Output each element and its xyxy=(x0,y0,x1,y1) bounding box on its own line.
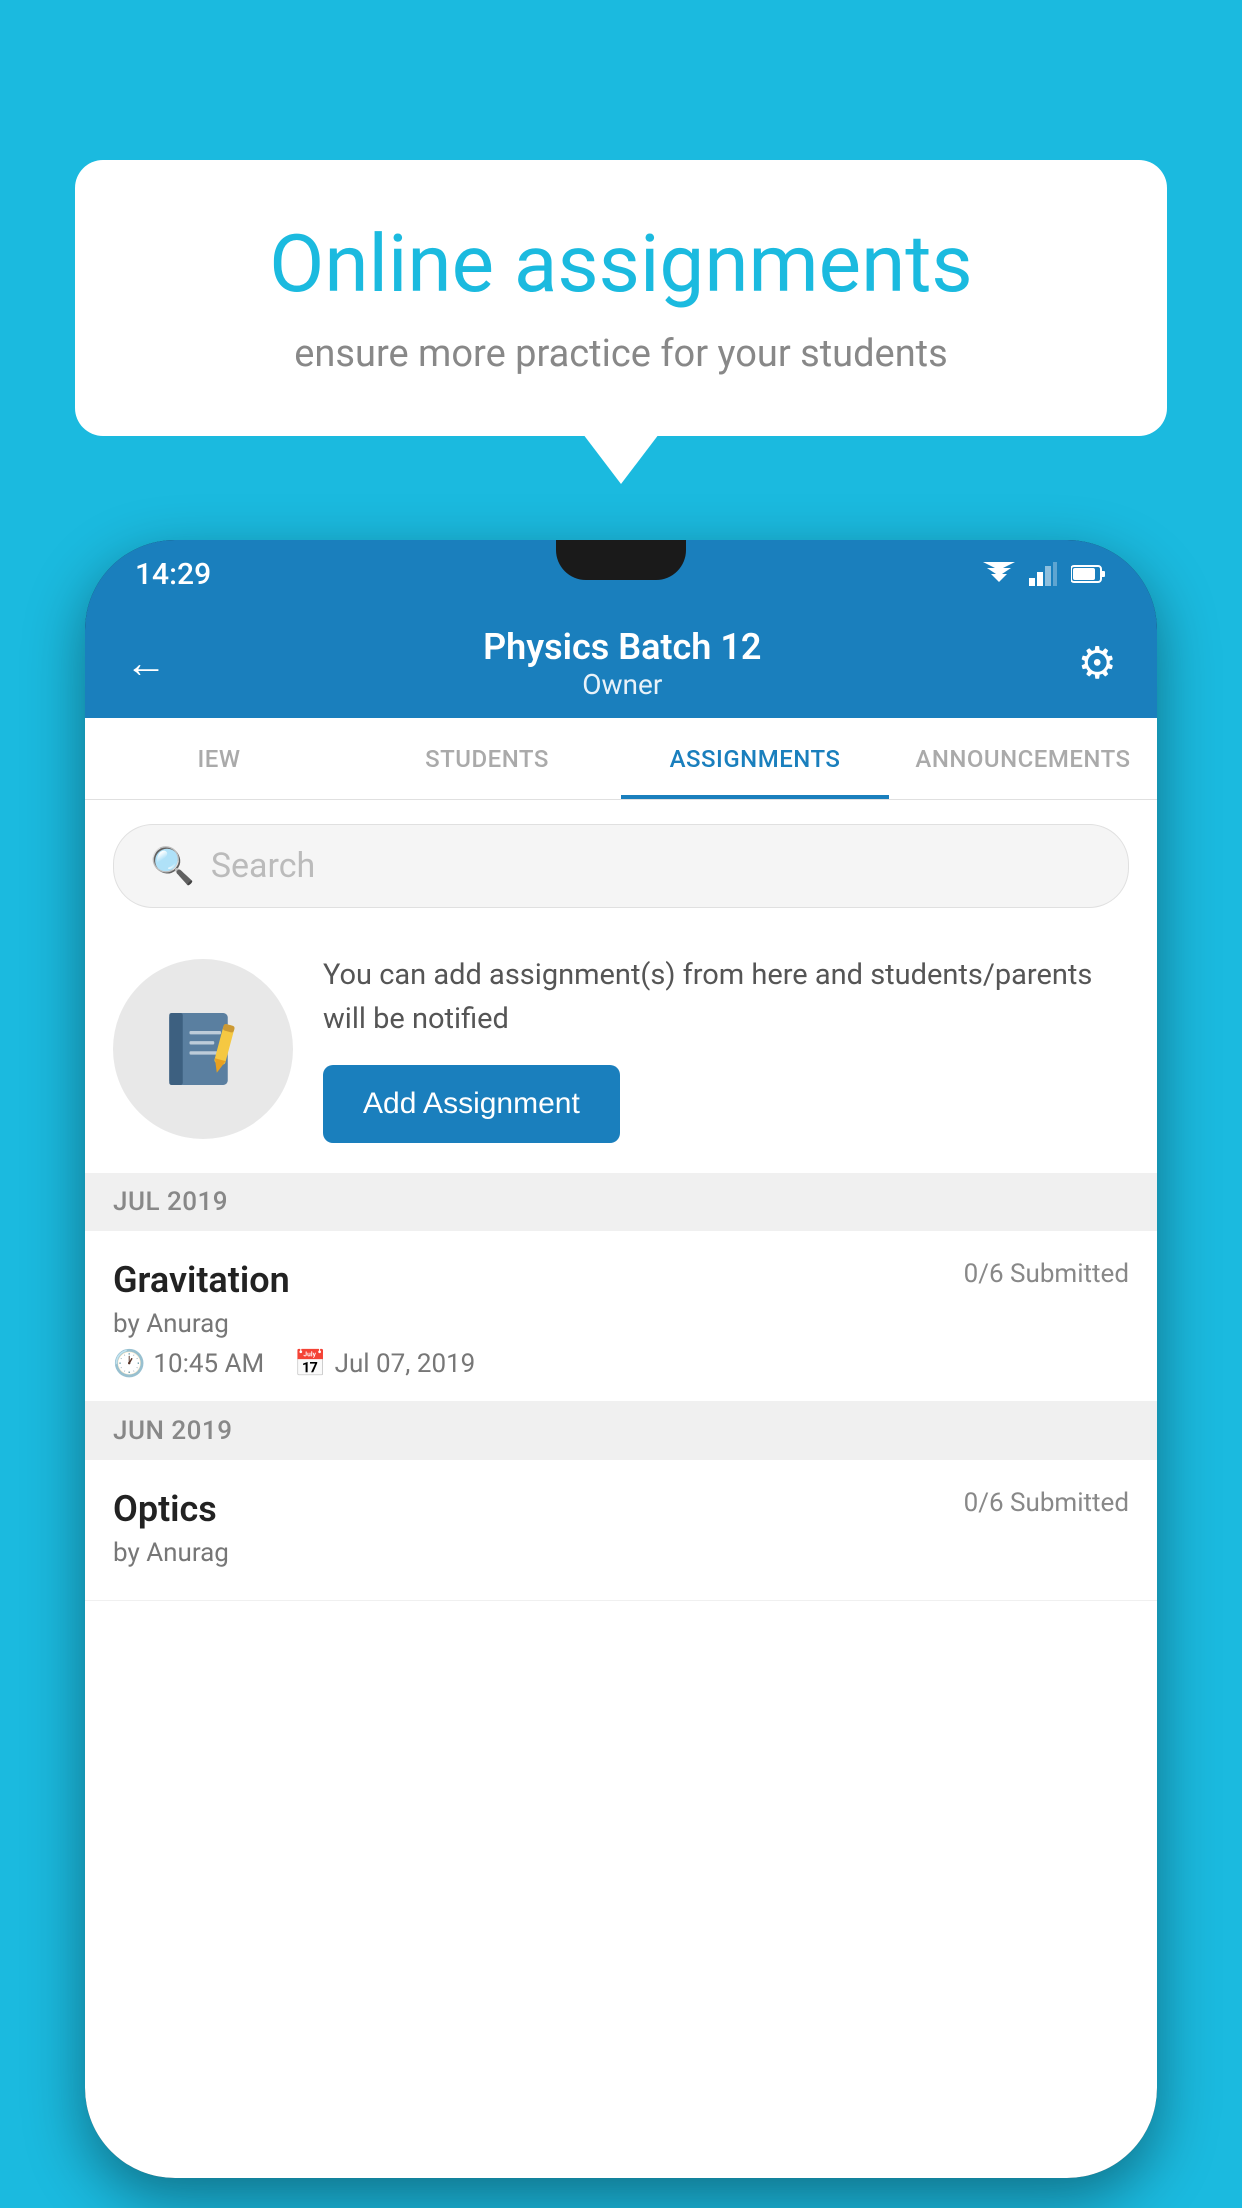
tab-assignments[interactable]: ASSIGNMENTS xyxy=(621,718,889,799)
info-section: You can add assignment(s) from here and … xyxy=(85,924,1157,1173)
submitted-badge-optics: 0/6 Submitted xyxy=(964,1488,1129,1518)
speech-bubble-container: Online assignments ensure more practice … xyxy=(75,160,1167,436)
bubble-subtitle: ensure more practice for your students xyxy=(145,332,1097,376)
assignment-top-optics: Optics 0/6 Submitted xyxy=(113,1488,1129,1530)
tab-iew[interactable]: IEW xyxy=(85,718,353,799)
month-header-jun: JUN 2019 xyxy=(85,1402,1157,1460)
back-button[interactable]: ← xyxy=(125,639,167,688)
submitted-badge-gravitation: 0/6 Submitted xyxy=(964,1259,1129,1289)
date-meta: 📅 Jul 07, 2019 xyxy=(294,1349,475,1379)
assignment-name-gravitation: Gravitation xyxy=(113,1259,290,1301)
phone-frame: 14:29 ← Phys xyxy=(85,540,1157,2178)
notebook-svg xyxy=(158,1004,248,1094)
header-subtitle: Owner xyxy=(483,668,761,701)
header-title: Physics Batch 12 xyxy=(483,626,761,668)
speech-bubble: Online assignments ensure more practice … xyxy=(75,160,1167,436)
notebook-icon xyxy=(113,959,293,1139)
assignment-date: Jul 07, 2019 xyxy=(335,1349,476,1379)
time-meta: 🕐 10:45 AM xyxy=(113,1349,264,1379)
calendar-icon: 📅 xyxy=(294,1349,326,1379)
month-header-jul: JUL 2019 xyxy=(85,1173,1157,1231)
wifi-icon xyxy=(983,562,1015,586)
battery-icon xyxy=(1071,564,1107,584)
status-time: 14:29 xyxy=(135,557,211,592)
screen-content: 🔍 Search xyxy=(85,800,1157,2178)
search-icon: 🔍 xyxy=(150,845,195,887)
info-text-area: You can add assignment(s) from here and … xyxy=(323,954,1129,1143)
notch xyxy=(556,540,686,580)
clock-icon: 🕐 xyxy=(113,1349,145,1379)
status-bar: 14:29 xyxy=(85,540,1157,608)
settings-button[interactable]: ⚙ xyxy=(1078,637,1117,689)
add-assignment-button[interactable]: Add Assignment xyxy=(323,1065,620,1143)
assignment-by-gravitation: by Anurag xyxy=(113,1309,1129,1339)
bubble-title: Online assignments xyxy=(145,220,1097,308)
signal-icon xyxy=(1029,562,1057,586)
assignment-name-optics: Optics xyxy=(113,1488,217,1530)
status-icons xyxy=(983,562,1107,586)
assignment-item-optics[interactable]: Optics 0/6 Submitted by Anurag xyxy=(85,1460,1157,1601)
header-center: Physics Batch 12 Owner xyxy=(483,626,761,701)
info-description: You can add assignment(s) from here and … xyxy=(323,954,1129,1041)
search-placeholder: Search xyxy=(211,846,315,886)
tab-bar: IEW STUDENTS ASSIGNMENTS ANNOUNCEMENTS xyxy=(85,718,1157,800)
app-header: ← Physics Batch 12 Owner ⚙ xyxy=(85,608,1157,718)
tab-students[interactable]: STUDENTS xyxy=(353,718,621,799)
assignment-time: 10:45 AM xyxy=(153,1349,264,1379)
assignment-item-gravitation[interactable]: Gravitation 0/6 Submitted by Anurag 🕐 10… xyxy=(85,1231,1157,1402)
assignment-by-optics: by Anurag xyxy=(113,1538,1129,1568)
tab-announcements[interactable]: ANNOUNCEMENTS xyxy=(889,718,1157,799)
assignment-top: Gravitation 0/6 Submitted xyxy=(113,1259,1129,1301)
search-bar[interactable]: 🔍 Search xyxy=(113,824,1129,908)
assignment-meta-gravitation: 🕐 10:45 AM 📅 Jul 07, 2019 xyxy=(113,1349,1129,1379)
